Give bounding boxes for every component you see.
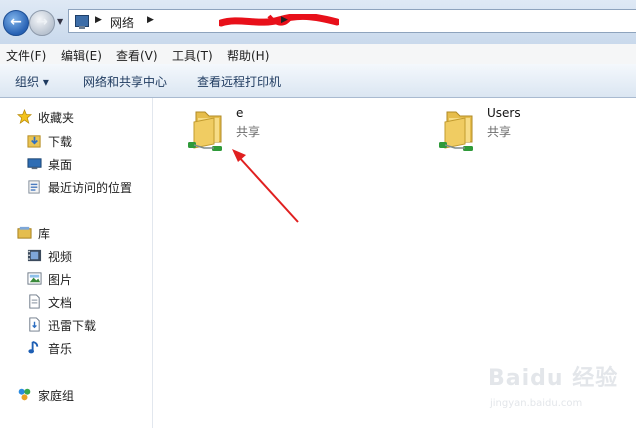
breadcrumb-separator-icon[interactable]: ▶ — [147, 15, 154, 25]
nav-label: 迅雷下载 — [48, 319, 97, 333]
nav-label: 收藏夹 — [38, 111, 75, 125]
nav-label: 图片 — [48, 273, 73, 287]
breadcrumb-network[interactable]: 网络 — [110, 14, 134, 31]
menu-edit[interactable]: 编辑(E) — [61, 47, 102, 64]
forward-button[interactable]: → — [29, 10, 55, 36]
nav-label: 最近访问的位置 — [48, 181, 133, 195]
nav-label: 家庭组 — [38, 389, 75, 403]
organize-button[interactable]: 组织 ▾ — [15, 73, 49, 90]
command-bar: 组织 ▾ 网络和共享中心 查看远程打印机 — [0, 64, 636, 98]
nav-label: 下载 — [48, 135, 73, 149]
menu-view[interactable]: 查看(V) — [116, 47, 158, 64]
share-name: e — [236, 106, 244, 120]
view-remote-printers-button[interactable]: 查看远程打印机 — [197, 73, 281, 90]
nav-label: 音乐 — [48, 342, 73, 356]
share-item-users[interactable]: Users 共享 — [429, 106, 569, 156]
address-toolbar: ← → ▼ ▶ 网络 ▶ ▶ — [0, 0, 636, 44]
nav-label: 库 — [38, 227, 51, 241]
music-icon — [28, 340, 39, 354]
thunder-download-icon — [29, 317, 40, 332]
nav-label: 桌面 — [48, 158, 73, 172]
video-icon — [27, 249, 42, 262]
nav-label: 文档 — [48, 296, 73, 310]
homegroup-icon — [18, 388, 31, 401]
network-computer-icon — [75, 15, 89, 29]
menu-file[interactable]: 文件(F) — [6, 47, 46, 64]
breadcrumb-separator-icon[interactable]: ▶ — [95, 15, 102, 25]
shared-folder-icon — [439, 111, 473, 151]
watermark-logo: Baidu 经验 — [488, 366, 619, 391]
downloads-folder-icon — [27, 135, 41, 148]
desktop-icon — [27, 158, 42, 170]
address-bar[interactable]: ▶ 网络 ▶ ▶ — [68, 9, 636, 33]
menu-tools[interactable]: 工具(T) — [172, 47, 213, 64]
baidu-watermark: Baidu 经验 jingyan.baidu.com — [480, 360, 630, 420]
documents-icon — [29, 294, 40, 309]
pictures-icon — [27, 272, 42, 285]
breadcrumb-separator-icon[interactable]: ▶ — [281, 15, 288, 25]
watermark-url: jingyan.baidu.com — [490, 398, 583, 409]
share-item-e[interactable]: e 共享 — [178, 106, 318, 156]
redaction-scribble — [219, 14, 339, 27]
star-icon — [17, 109, 32, 124]
network-sharing-center-button[interactable]: 网络和共享中心 — [83, 73, 167, 90]
library-icon — [17, 226, 32, 239]
recent-pages-chevron-icon[interactable]: ▼ — [57, 17, 63, 26]
forward-arrow-icon: → — [36, 14, 48, 30]
shared-folder-icon — [188, 111, 222, 151]
menu-bar: 文件(F) 编辑(E) 查看(V) 工具(T) 帮助(H) — [0, 44, 636, 65]
nav-label: 视频 — [48, 250, 73, 264]
back-button[interactable]: ← — [3, 10, 29, 36]
share-type: 共享 — [487, 125, 512, 139]
back-arrow-icon: ← — [10, 14, 22, 30]
menu-help[interactable]: 帮助(H) — [227, 47, 269, 64]
share-type: 共享 — [236, 125, 261, 139]
recent-places-icon — [28, 180, 40, 194]
share-name: Users — [487, 106, 521, 120]
navigation-pane: 收藏夹 下载 桌面 最近访问的位置 库 视频 图片 文档 迅雷下载 音乐 家庭组 — [0, 98, 153, 428]
